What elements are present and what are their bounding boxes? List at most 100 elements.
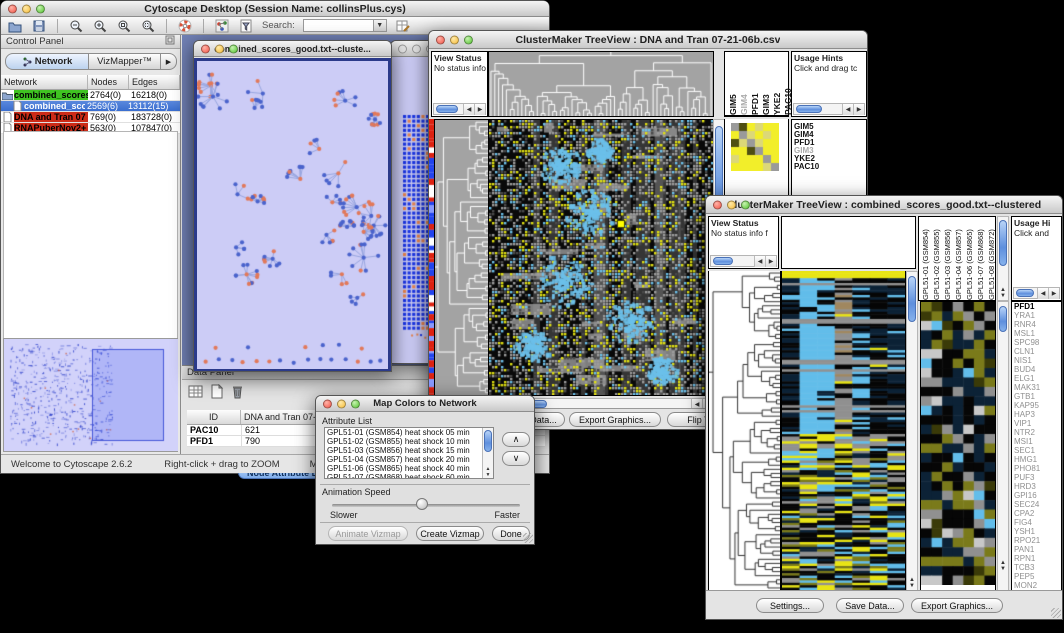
close-button[interactable] [398,44,407,53]
minimize-button[interactable] [450,35,459,44]
tv1-row-label[interactable]: PAC10 [792,163,866,171]
attribute-editor-icon[interactable] [395,18,411,34]
zoom-button[interactable] [36,4,45,13]
scroll-left-icon[interactable]: ◀ [754,256,765,267]
gene-label[interactable]: YSH1 [1012,527,1061,536]
chevron-down-icon[interactable]: ▼ [373,20,386,31]
tv1-column-label[interactable]: PFD1 [750,52,760,115]
attribute-list-vscrollbar[interactable]: ▲▼ [482,428,493,478]
zoom-button[interactable] [229,44,238,53]
zoom-selected-icon[interactable] [116,18,132,34]
scroll-arrows[interactable]: ▲▼ [998,560,1008,572]
float-panel-icon[interactable] [165,35,175,48]
tv1-row-dendrogram[interactable] [434,119,489,396]
scroll-left-icon[interactable]: ◀ [1037,288,1048,299]
gene-label[interactable]: NIS1 [1012,356,1061,365]
create-vizmap-button[interactable]: Create Vizmap [416,526,484,541]
tv1-column-label[interactable]: YKE2 [772,52,782,115]
tv2-collabel-vscrollbar[interactable]: ▲▼ [997,216,1009,301]
search-input[interactable]: ▼ [303,19,387,32]
scroll-left-icon[interactable]: ◀ [463,104,474,115]
attribute-item[interactable]: GPL51-03 (GSM856) heat shock 15 min [327,446,493,455]
scroll-right-icon[interactable]: ▶ [1048,288,1059,299]
birds-eye-view[interactable] [3,338,178,452]
col-header-nodes[interactable]: Nodes [88,75,129,89]
gene-label[interactable]: HAP3 [1012,410,1061,419]
network-overview-canvas[interactable] [4,339,178,451]
gene-label[interactable]: MSL1 [1012,329,1061,338]
scroll-left-icon[interactable]: ◀ [842,104,853,115]
dialog-titlebar[interactable]: Map Colors to Network [316,396,534,412]
scrollbar-thumb[interactable] [796,105,822,113]
speed-slider-thumb[interactable] [416,498,428,510]
tv2-column-label[interactable]: GPL51-06 (GSM865) [964,217,975,300]
gene-label[interactable]: RPN1 [1012,554,1061,563]
minimize-button[interactable] [412,44,421,53]
attribute-item[interactable]: GPL51-06 (GSM865) heat shock 40 min [327,464,493,473]
minimize-button[interactable] [22,4,31,13]
zoom-button[interactable] [464,35,473,44]
save-icon[interactable] [31,18,47,34]
resize-grip[interactable] [1051,608,1061,618]
tab-network[interactable]: Network [5,53,89,70]
tv1-column-label[interactable]: GIM5 [728,52,738,115]
tv1-status-hscrollbar[interactable]: ◀▶ [433,103,486,115]
zoom-out-icon[interactable] [68,18,84,34]
tab-vizmapper[interactable]: VizMapper™ [89,53,161,70]
gene-label[interactable]: SEC1 [1012,446,1061,455]
tv2-vscrollbar[interactable]: ▲▼ [906,271,918,591]
close-button[interactable] [323,399,332,408]
close-button[interactable] [713,200,722,209]
gene-label[interactable]: CPA2 [1012,509,1061,518]
gene-label[interactable]: RNR4 [1012,320,1061,329]
tv1-heatmap[interactable] [488,119,714,396]
gene-label[interactable]: GTB1 [1012,392,1061,401]
gene-label[interactable]: GPI16 [1012,491,1061,500]
export-graphics-button[interactable]: Export Graphics... [911,598,1003,613]
close-button[interactable] [8,4,17,13]
gene-label[interactable]: FIG4 [1012,518,1061,527]
gene-label[interactable]: MON2 [1012,581,1061,590]
zoom-button[interactable] [741,200,750,209]
zoom-fit-icon[interactable] [140,18,156,34]
network-view-canvas-1[interactable] [197,61,388,369]
main-titlebar[interactable]: Cytoscape Desktop (Session Name: collins… [1,1,549,17]
gene-label[interactable]: NTR2 [1012,428,1061,437]
close-button[interactable] [201,44,210,53]
tv2-column-label[interactable]: GPL51-03 (GSM856) [942,217,953,300]
gene-label[interactable]: CLN1 [1012,347,1061,356]
gene-label[interactable]: HRD3 [1012,482,1061,491]
network-row[interactable]: DNA and Tran 07769(0)183728(0) [1,112,180,123]
tv2-column-label[interactable]: GPL51-08 (GSM872) [986,217,996,300]
tv2-mini-heatmap[interactable] [921,302,995,585]
tv2-status-hscrollbar[interactable]: ◀▶ [710,255,777,267]
delete-attribute-icon[interactable] [229,383,245,399]
gene-label[interactable]: PAN1 [1012,545,1061,554]
save-data-button[interactable]: Save Data... [836,598,904,613]
gene-label[interactable]: ELG1 [1012,374,1061,383]
tv2-gene-vscrollbar[interactable]: ▲▼ [997,301,1009,591]
animate-vizmap-button[interactable]: Animate Vizmap [328,526,408,541]
minimize-button[interactable] [337,399,346,408]
scrollbar-thumb[interactable] [713,257,733,265]
col-header-network[interactable]: Network [1,75,88,89]
select-attributes-icon[interactable] [187,383,203,399]
col-header-id[interactable]: ID [187,410,241,424]
gene-label[interactable]: MSI1 [1012,437,1061,446]
scrollbar-thumb[interactable] [1016,289,1034,297]
scrollbar-thumb[interactable] [484,430,492,452]
open-folder-icon[interactable] [7,18,23,34]
tv1-mini-heatmap[interactable] [731,123,779,171]
gene-label[interactable]: PHO81 [1012,464,1061,473]
scroll-right-icon[interactable]: ▶ [474,104,485,115]
gene-label[interactable]: VIP1 [1012,419,1061,428]
tv2-hints-hscrollbar[interactable]: ◀▶ [1013,287,1060,299]
attribute-item[interactable]: GPL51-07 (GSM868) heat shock 60 min [327,473,493,479]
move-up-button[interactable]: ∧ [502,432,530,447]
gene-label[interactable]: YRA1 [1012,311,1061,320]
vizmapper-icon[interactable] [214,18,230,34]
zoom-in-icon[interactable] [92,18,108,34]
gene-label[interactable]: KAP95 [1012,401,1061,410]
network-row[interactable]: combined_sco2569(6)13112(15) [1,101,180,112]
tab-overflow-button[interactable]: ▶ [161,53,177,70]
